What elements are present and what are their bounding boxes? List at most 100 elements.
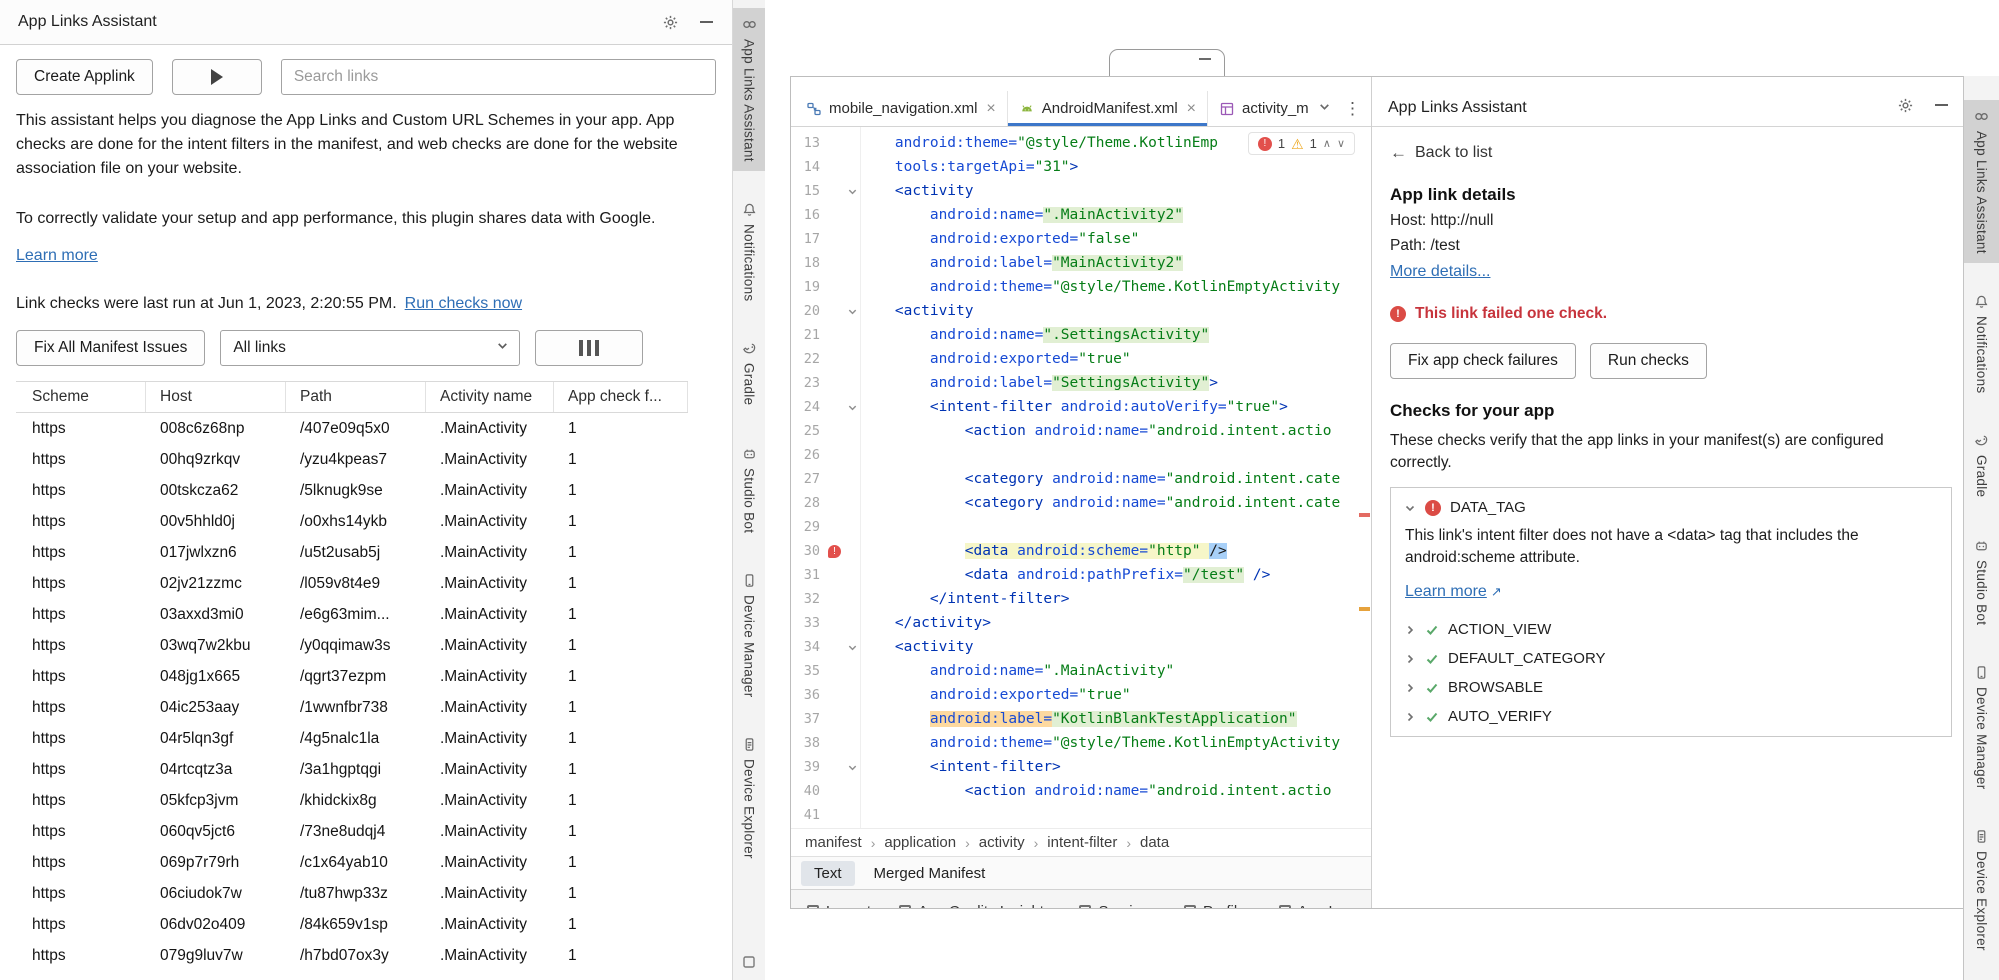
table-row[interactable]: https04r5lqn3gf/4g5nalc1la.MainActivity1 <box>16 723 688 754</box>
table-row[interactable]: https00hq9zrkqv/yzu4kpeas7.MainActivity1 <box>16 444 688 475</box>
tool-window-button-logcat[interactable]: Logcat <box>807 903 871 909</box>
tool-strip-tab-device-manager[interactable]: Device Manager <box>733 564 765 707</box>
code-line: 36 android:exported="true" <box>791 683 1371 707</box>
check-name: DATA_TAG <box>1450 499 1526 516</box>
minimize-icon[interactable] <box>694 10 718 34</box>
run-button[interactable] <box>172 59 262 95</box>
check-row-data-tag[interactable]: !DATA_TAG <box>1391 493 1951 522</box>
check-row-action-view[interactable]: ACTION_VIEW <box>1391 615 1951 644</box>
tool-strip-tab-notifications[interactable]: Notifications <box>733 193 765 310</box>
learn-more-link[interactable]: Learn more <box>16 247 98 265</box>
check-icon <box>1425 623 1439 637</box>
line-number: 36 <box>791 683 825 707</box>
tab-options-kebab-icon[interactable]: ⋮ <box>1344 99 1361 119</box>
tool-strip-tab-gradle[interactable]: Gradle <box>733 332 765 414</box>
next-issue-icon[interactable]: ∨ <box>1337 137 1345 150</box>
view-tab-text[interactable]: Text <box>801 861 855 886</box>
error-stripe-mark[interactable] <box>1359 513 1370 517</box>
check-row-auto-verify[interactable]: AUTO_VERIFY <box>1391 702 1951 731</box>
gear-icon[interactable] <box>658 10 682 34</box>
table-row[interactable]: https03axxd3mi0/e6g63mim....MainActivity… <box>16 599 688 630</box>
table-row[interactable]: https04ic253aay/1wwnfbr738.MainActivity1 <box>16 692 688 723</box>
fold-arrow-icon[interactable] <box>844 299 860 323</box>
code-line: 29 <box>791 515 1371 539</box>
table-row[interactable]: https017jwlxzn6/u5t2usab5j.MainActivity1 <box>16 537 688 568</box>
previous-issue-icon[interactable]: ∧ <box>1323 137 1331 150</box>
links-filter-dropdown[interactable]: All links <box>220 330 520 366</box>
tool-strip-tab-gradle[interactable]: Gradle <box>1964 424 1999 506</box>
chevron-right-icon[interactable] <box>1404 624 1416 636</box>
tool-window-button-app-quality-insights[interactable]: App Quality Insights <box>899 903 1051 909</box>
error-gutter-icon[interactable]: ! <box>825 539 844 563</box>
table-row[interactable]: https048jg1x665/qgrt37ezpm.MainActivity1 <box>16 661 688 692</box>
editor-tab-mobile-navigation-xml[interactable]: mobile_navigation.xml× <box>795 91 1008 126</box>
intro-paragraph: This assistant helps you diagnose the Ap… <box>16 109 696 181</box>
chevron-down-icon[interactable] <box>1404 502 1416 514</box>
table-row[interactable]: https00v5hhld0j/o0xhs14ykb.MainActivity1 <box>16 506 688 537</box>
tool-strip-tab-notifications[interactable]: Notifications <box>1964 285 1999 402</box>
view-tab-merged-manifest[interactable]: Merged Manifest <box>861 861 999 886</box>
table-row[interactable]: https03wq7w2kbu/y0qqimaw3s.MainActivity1 <box>16 630 688 661</box>
breadcrumb-item-activity[interactable]: activity <box>979 834 1025 851</box>
tool-strip-tab-device-manager[interactable]: Device Manager <box>1964 656 1999 799</box>
tool-strip-tab-device-explorer[interactable]: Device Explorer <box>1964 820 1999 960</box>
breadcrumb-item-intent-filter[interactable]: intent-filter <box>1047 834 1117 851</box>
search-links-input[interactable] <box>281 59 716 95</box>
gear-icon[interactable] <box>1893 93 1917 117</box>
tool-strip-tab-app-links-assistant[interactable]: App Links Assistant <box>1964 100 1999 263</box>
tool-strip-tab-device-explorer[interactable]: Device Explorer <box>733 728 765 868</box>
table-row[interactable]: https06ciudok7w/tu87hwp33z.MainActivity1 <box>16 878 688 909</box>
tool-strip-tab-studio-bot[interactable]: Studio Bot <box>733 437 765 542</box>
fold-arrow-icon[interactable] <box>844 395 860 419</box>
check-row-browsable[interactable]: BROWSABLE <box>1391 673 1951 702</box>
editor-tab-activity-m[interactable]: activity_m <box>1208 91 1308 126</box>
close-icon[interactable]: × <box>1187 101 1196 117</box>
check-name: DEFAULT_CATEGORY <box>1448 650 1606 667</box>
tool-window-button-app-inspection[interactable]: App Inspection <box>1279 903 1372 909</box>
run-checks-button[interactable]: Run checks <box>1590 343 1707 379</box>
breadcrumb-item-data[interactable]: data <box>1140 834 1169 851</box>
table-header-row: SchemeHostPathActivity nameApp check f..… <box>16 382 688 413</box>
create-applink-button[interactable]: Create Applink <box>16 59 153 95</box>
fold-arrow-icon[interactable] <box>844 635 860 659</box>
fold-arrow-icon[interactable] <box>844 179 860 203</box>
line-number: 31 <box>791 563 825 587</box>
columns-toggle-button[interactable] <box>535 330 643 366</box>
close-icon[interactable]: × <box>986 101 995 117</box>
fold-arrow-icon[interactable] <box>844 755 860 779</box>
table-row[interactable]: https079g9luv7w/h7bd07ox3y.MainActivity1 <box>16 940 688 971</box>
back-to-list-link[interactable]: ← Back to list <box>1390 143 1945 163</box>
tool-window-button-services[interactable]: Services <box>1079 903 1156 909</box>
breadcrumb-item-application[interactable]: application <box>884 834 956 851</box>
breadcrumb-item-manifest[interactable]: manifest <box>805 834 862 851</box>
learn-more-link[interactable]: Learn more <box>1405 583 1487 600</box>
table-row[interactable]: https060qv5jct6/73ne8udqj4.MainActivity1 <box>16 816 688 847</box>
chevron-right-icon[interactable] <box>1404 711 1416 723</box>
chevron-right-icon[interactable] <box>1404 653 1416 665</box>
check-row-default-category[interactable]: DEFAULT_CATEGORY <box>1391 644 1951 673</box>
minimize-icon[interactable] <box>1929 93 1953 117</box>
tool-strip-tab-studio-bot[interactable]: Studio Bot <box>1964 529 1999 634</box>
fix-app-check-failures-button[interactable]: Fix app check failures <box>1390 343 1576 379</box>
more-details-link[interactable]: More details... <box>1390 263 1490 281</box>
warning-stripe-mark[interactable] <box>1359 607 1370 611</box>
table-row[interactable]: https02jv21zzmc/l059v8t4e9.MainActivity1 <box>16 568 688 599</box>
inspections-widget[interactable]: !1 ⚠1 ∧ ∨ <box>1248 132 1355 155</box>
table-row[interactable]: https00tskcza62/5lknugk9se.MainActivity1 <box>16 475 688 506</box>
tool-strip-tab-app-links-assistant[interactable]: App Links Assistant <box>733 8 765 171</box>
table-row[interactable]: https008c6z68np/407e09q5x0.MainActivity1 <box>16 413 688 444</box>
run-checks-now-link[interactable]: Run checks now <box>405 295 522 312</box>
table-row[interactable]: https06dv02o409/84k659v1sp.MainActivity1 <box>16 909 688 940</box>
table-row[interactable]: https05kfcp3jvm/khidckix8g.MainActivity1 <box>16 785 688 816</box>
hidden-tabs-chevron-icon[interactable] <box>1318 100 1331 118</box>
fix-all-manifest-issues-button[interactable]: Fix All Manifest Issues <box>16 330 205 366</box>
check-icon <box>1425 681 1439 695</box>
tool-strip-label: Gradle <box>742 363 757 405</box>
tool-window-button-profiler[interactable]: Profiler <box>1184 903 1251 909</box>
chevron-right-icon[interactable] <box>1404 682 1416 694</box>
table-row[interactable]: https04rtcqtz3a/3a1hgptqgi.MainActivity1 <box>16 754 688 785</box>
code-editor[interactable]: 13 android:theme="@style/Theme.KotlinEmp… <box>791 127 1371 828</box>
window-icon[interactable] <box>742 955 756 974</box>
table-row[interactable]: https069p7r79rh/c1x64yab10.MainActivity1 <box>16 847 688 878</box>
editor-tab-androidmanifest-xml[interactable]: AndroidManifest.xml× <box>1008 91 1208 126</box>
